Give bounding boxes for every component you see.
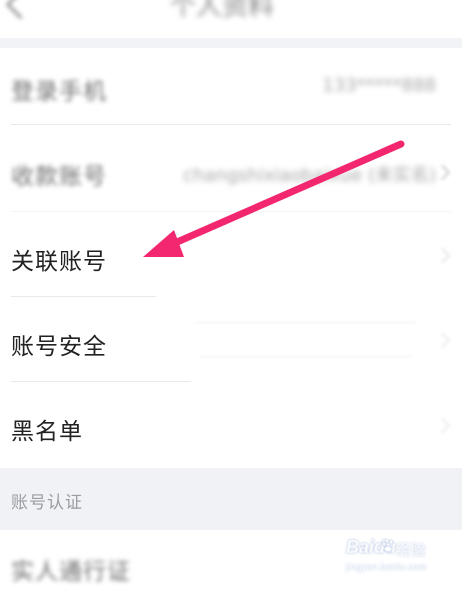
- watermark-brand-cn: 经验: [396, 541, 427, 559]
- chevron-right-icon: [434, 247, 451, 264]
- profile-screen: 个人资料 登录手机 133*****888 收款账号 changshixiaob…: [0, 0, 462, 593]
- row-value: changshixiaobaixue (未实名): [182, 165, 436, 186]
- chevron-right-icon: [434, 417, 451, 434]
- row-label: 实人通行证: [11, 559, 131, 585]
- page-title: 个人资料: [170, 0, 275, 22]
- paw-icon: [381, 539, 394, 553]
- settings-row-linked-accounts[interactable]: 关联账号: [0, 212, 462, 296]
- top-navigation-bar: 个人资料: [0, 0, 462, 38]
- settings-row-payment-account[interactable]: 收款账号 changshixiaobaixue (未实名): [0, 125, 462, 211]
- header-separator: [0, 38, 462, 48]
- settings-row-account-security[interactable]: 账号安全: [0, 297, 462, 381]
- row-label: 关联账号: [11, 249, 107, 275]
- section-header: 账号认证: [0, 468, 462, 530]
- chevron-left-icon[interactable]: [5, 0, 36, 20]
- section-title: 账号认证: [11, 493, 83, 513]
- row-label: 收款账号: [11, 164, 107, 190]
- settings-row-blacklist[interactable]: 黑名单: [0, 382, 462, 468]
- row-value: 133*****888: [322, 75, 436, 96]
- watermark-url: jingyan.baidu.com: [346, 562, 427, 573]
- baidu-jingyan-watermark: Baidu 经验 jingyan.baidu.com: [346, 535, 438, 579]
- row-label: 黑名单: [11, 419, 83, 445]
- chevron-right-icon: [434, 164, 451, 181]
- chevron-right-icon: [434, 332, 451, 349]
- background-ghost-line: [200, 356, 410, 357]
- row-label: 登录手机: [11, 79, 107, 105]
- settings-row-login-phone[interactable]: 登录手机 133*****888: [0, 48, 462, 124]
- row-label: 账号安全: [11, 334, 107, 360]
